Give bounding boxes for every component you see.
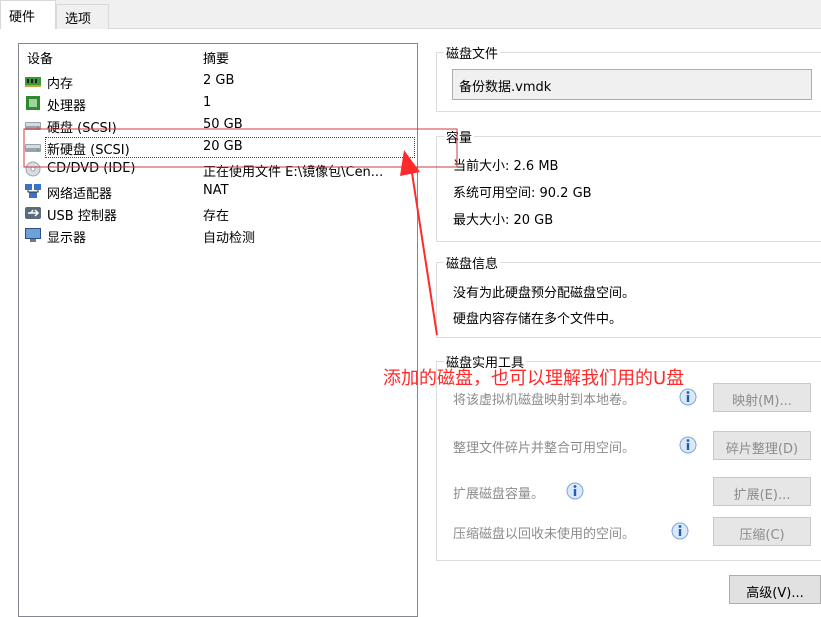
annotation-box xyxy=(23,128,458,168)
annotation-arrow-head xyxy=(400,150,420,176)
annotation-arrow-line xyxy=(409,159,438,336)
annotation-text: 添加的磁盘，也可以理解我们用的U盘 xyxy=(383,368,685,389)
annotation-overlay xyxy=(23,128,458,336)
